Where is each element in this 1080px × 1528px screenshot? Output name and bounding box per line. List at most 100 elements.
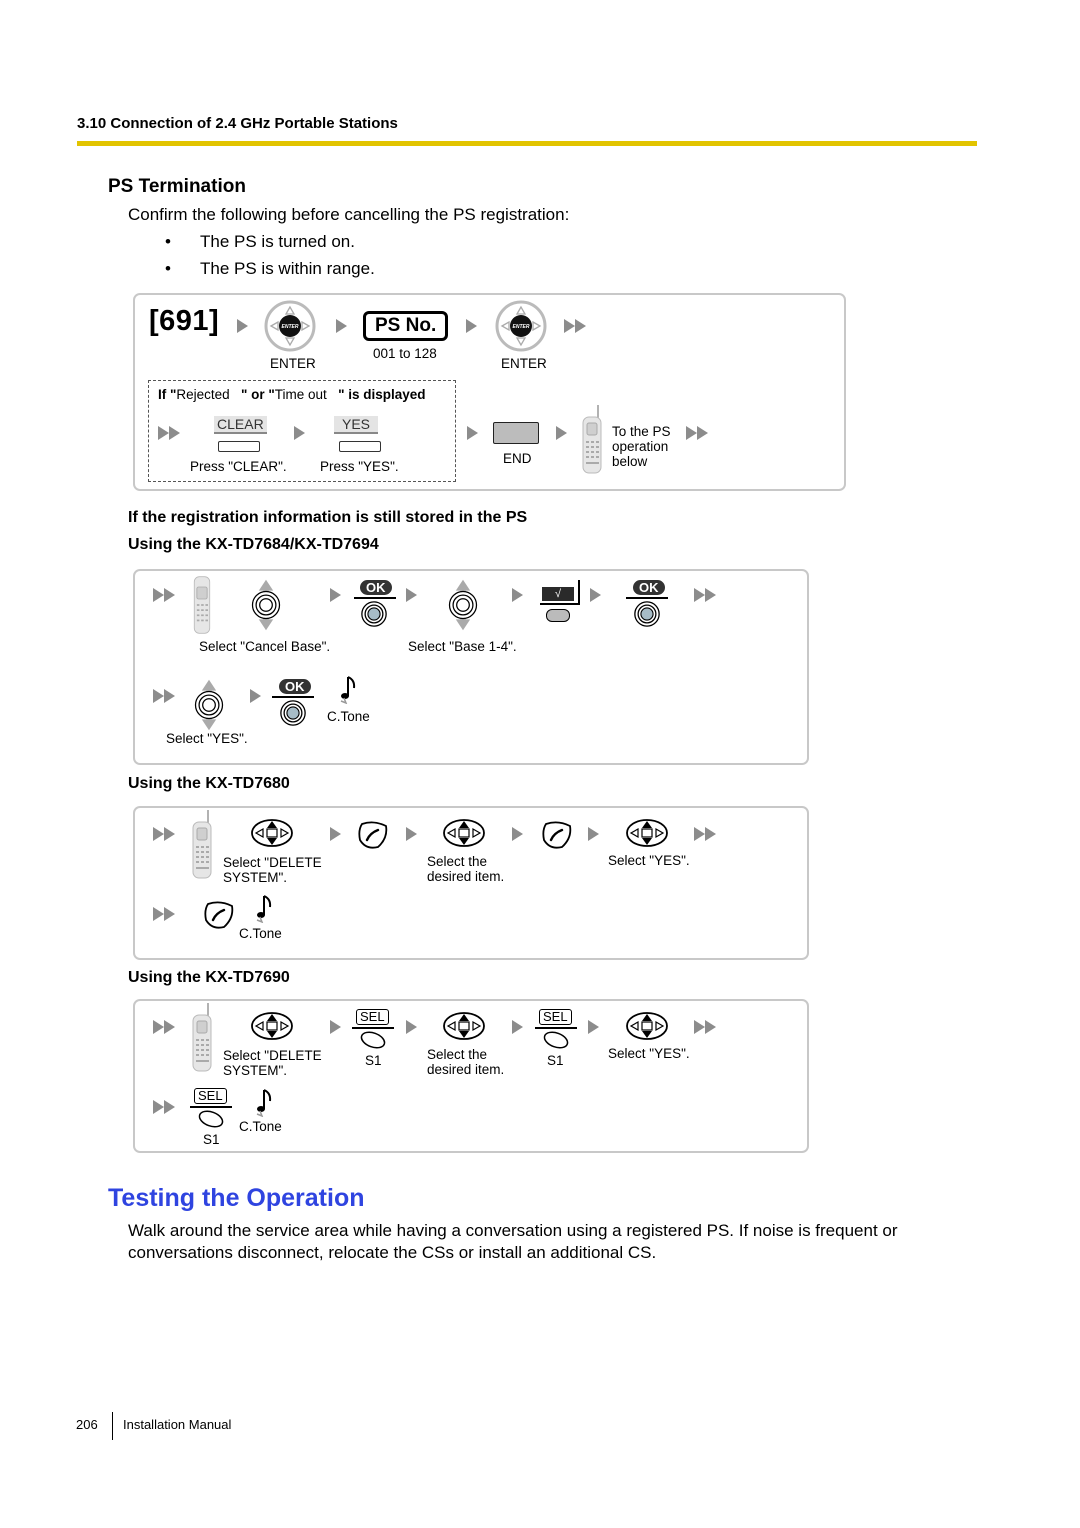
enter-label: ENTER — [270, 356, 316, 371]
select-item-caption: Select the desired item. — [427, 1047, 504, 1077]
yes-softkey-button — [339, 441, 381, 452]
talk-key-icon — [202, 900, 236, 930]
jog-dial-icon — [248, 578, 284, 632]
navigator-key-icon — [442, 1011, 486, 1041]
select-item-caption: Select the desired item. — [427, 854, 504, 884]
ctone-caption: C.Tone — [239, 926, 282, 941]
continue-arrow-icon — [153, 689, 175, 703]
arrow-icon — [237, 319, 248, 333]
section-heading: 3.10 Connection of 2.4 GHz Portable Stat… — [77, 115, 398, 132]
confirmation-tone-icon — [254, 1087, 274, 1117]
ps-number-range: 001 to 128 — [373, 346, 437, 361]
navigator-key-icon — [250, 818, 294, 848]
talk-key-icon — [540, 820, 574, 850]
select-delete-caption: Select "DELETE SYSTEM". — [223, 855, 322, 885]
continue-arrow-icon — [153, 1100, 175, 1114]
portable-station-icon — [190, 810, 214, 880]
ok-label: OK — [360, 580, 392, 595]
portable-station-icon — [580, 405, 604, 475]
arrow-icon — [336, 319, 347, 333]
to-ps-line: below — [612, 454, 648, 469]
arrow-icon — [512, 1020, 523, 1034]
continue-arrow-icon — [686, 426, 708, 440]
s1-key-icon — [358, 1030, 388, 1050]
select-yes-caption: Select "YES". — [608, 853, 690, 868]
footer-divider — [112, 1412, 113, 1440]
sel-label: SEL — [194, 1088, 227, 1104]
arrow-icon — [466, 319, 477, 333]
td7690-heading: Using the KX-TD7690 — [128, 969, 290, 986]
key-underline — [626, 597, 668, 599]
td7684-heading: Using the KX-TD7684/KX-TD7694 — [128, 536, 379, 553]
condition-text: If "Rejected " or "Time out " is display… — [158, 387, 426, 402]
caption-line: SYSTEM". — [223, 1063, 288, 1078]
continue-arrow-icon — [694, 1020, 716, 1034]
key-underline — [354, 597, 396, 599]
key-underline — [352, 1027, 394, 1029]
s1-caption: S1 — [365, 1053, 382, 1068]
clear-softkey-label: CLEAR — [214, 416, 267, 434]
arrow-icon — [406, 1020, 417, 1034]
press-clear-caption: Press "CLEAR". — [190, 459, 287, 474]
registration-heading: If the registration information is still… — [128, 509, 528, 526]
manual-title: Installation Manual — [123, 1417, 232, 1432]
press-yes-caption: Press "YES". — [320, 459, 399, 474]
continue-arrow-icon — [153, 827, 175, 841]
enter-label: ENTER — [501, 356, 547, 371]
intro-text: Confirm the following before cancelling … — [128, 205, 570, 224]
select-cancel-base-caption: Select "Cancel Base". — [199, 639, 331, 654]
key-divider — [578, 580, 580, 604]
caption-line: SYSTEM". — [223, 870, 288, 885]
bullet-marker: • — [165, 232, 171, 251]
arrow-icon — [406, 588, 417, 602]
arrow-icon — [406, 827, 417, 841]
testing-body-line: Walk around the service area while havin… — [128, 1221, 898, 1240]
talk-key-icon — [356, 820, 390, 850]
s1-caption: S1 — [203, 1132, 220, 1147]
ok-label: OK — [279, 679, 311, 694]
navigator-key-icon — [442, 818, 486, 848]
check-softkey-label: √ — [542, 587, 574, 601]
key-underline — [190, 1106, 232, 1108]
softkey-button — [546, 609, 570, 622]
caption-line: Select the — [427, 854, 488, 869]
condition-rejected: Rejected — [176, 387, 230, 402]
select-delete-caption: Select "DELETE SYSTEM". — [223, 1048, 322, 1078]
program-code: [691] — [149, 305, 220, 337]
caption-line: desired item. — [427, 1062, 505, 1077]
arrow-icon — [330, 588, 341, 602]
bullet-item: The PS is turned on. — [200, 232, 355, 251]
key-underline — [540, 603, 580, 605]
arrow-icon — [467, 426, 478, 440]
condition-displayed: " is displayed — [338, 387, 426, 402]
continue-arrow-icon — [158, 426, 180, 440]
header-rule — [77, 141, 977, 146]
end-key — [493, 422, 539, 444]
s1-caption: S1 — [547, 1053, 564, 1068]
enter-key-icon — [495, 300, 547, 352]
arrow-icon — [590, 588, 601, 602]
select-yes-caption: Select "YES". — [166, 731, 248, 746]
continue-arrow-icon — [564, 319, 586, 333]
ctone-caption: C.Tone — [327, 709, 370, 724]
navigator-key-icon — [250, 1011, 294, 1041]
continue-arrow-icon — [153, 907, 175, 921]
to-ps-line: To the PS — [612, 424, 671, 439]
navigator-key-icon — [625, 818, 669, 848]
caption-line: desired item. — [427, 869, 505, 884]
sel-label: SEL — [539, 1009, 572, 1025]
continue-arrow-icon — [694, 827, 716, 841]
arrow-icon — [330, 827, 341, 841]
caption-line: Select "DELETE — [223, 855, 322, 870]
enter-key-icon — [264, 300, 316, 352]
ctone-caption: C.Tone — [239, 1119, 282, 1134]
confirmation-tone-icon — [338, 674, 358, 704]
testing-title: Testing the Operation — [108, 1184, 365, 1212]
condition-timeout: Time out — [274, 387, 327, 402]
caption-line: Select the — [427, 1047, 488, 1062]
jog-dial-icon — [445, 578, 481, 632]
portable-station-icon — [190, 1003, 214, 1073]
navigator-key-icon — [625, 1011, 669, 1041]
s1-key-icon — [196, 1109, 226, 1129]
arrow-icon — [512, 827, 523, 841]
